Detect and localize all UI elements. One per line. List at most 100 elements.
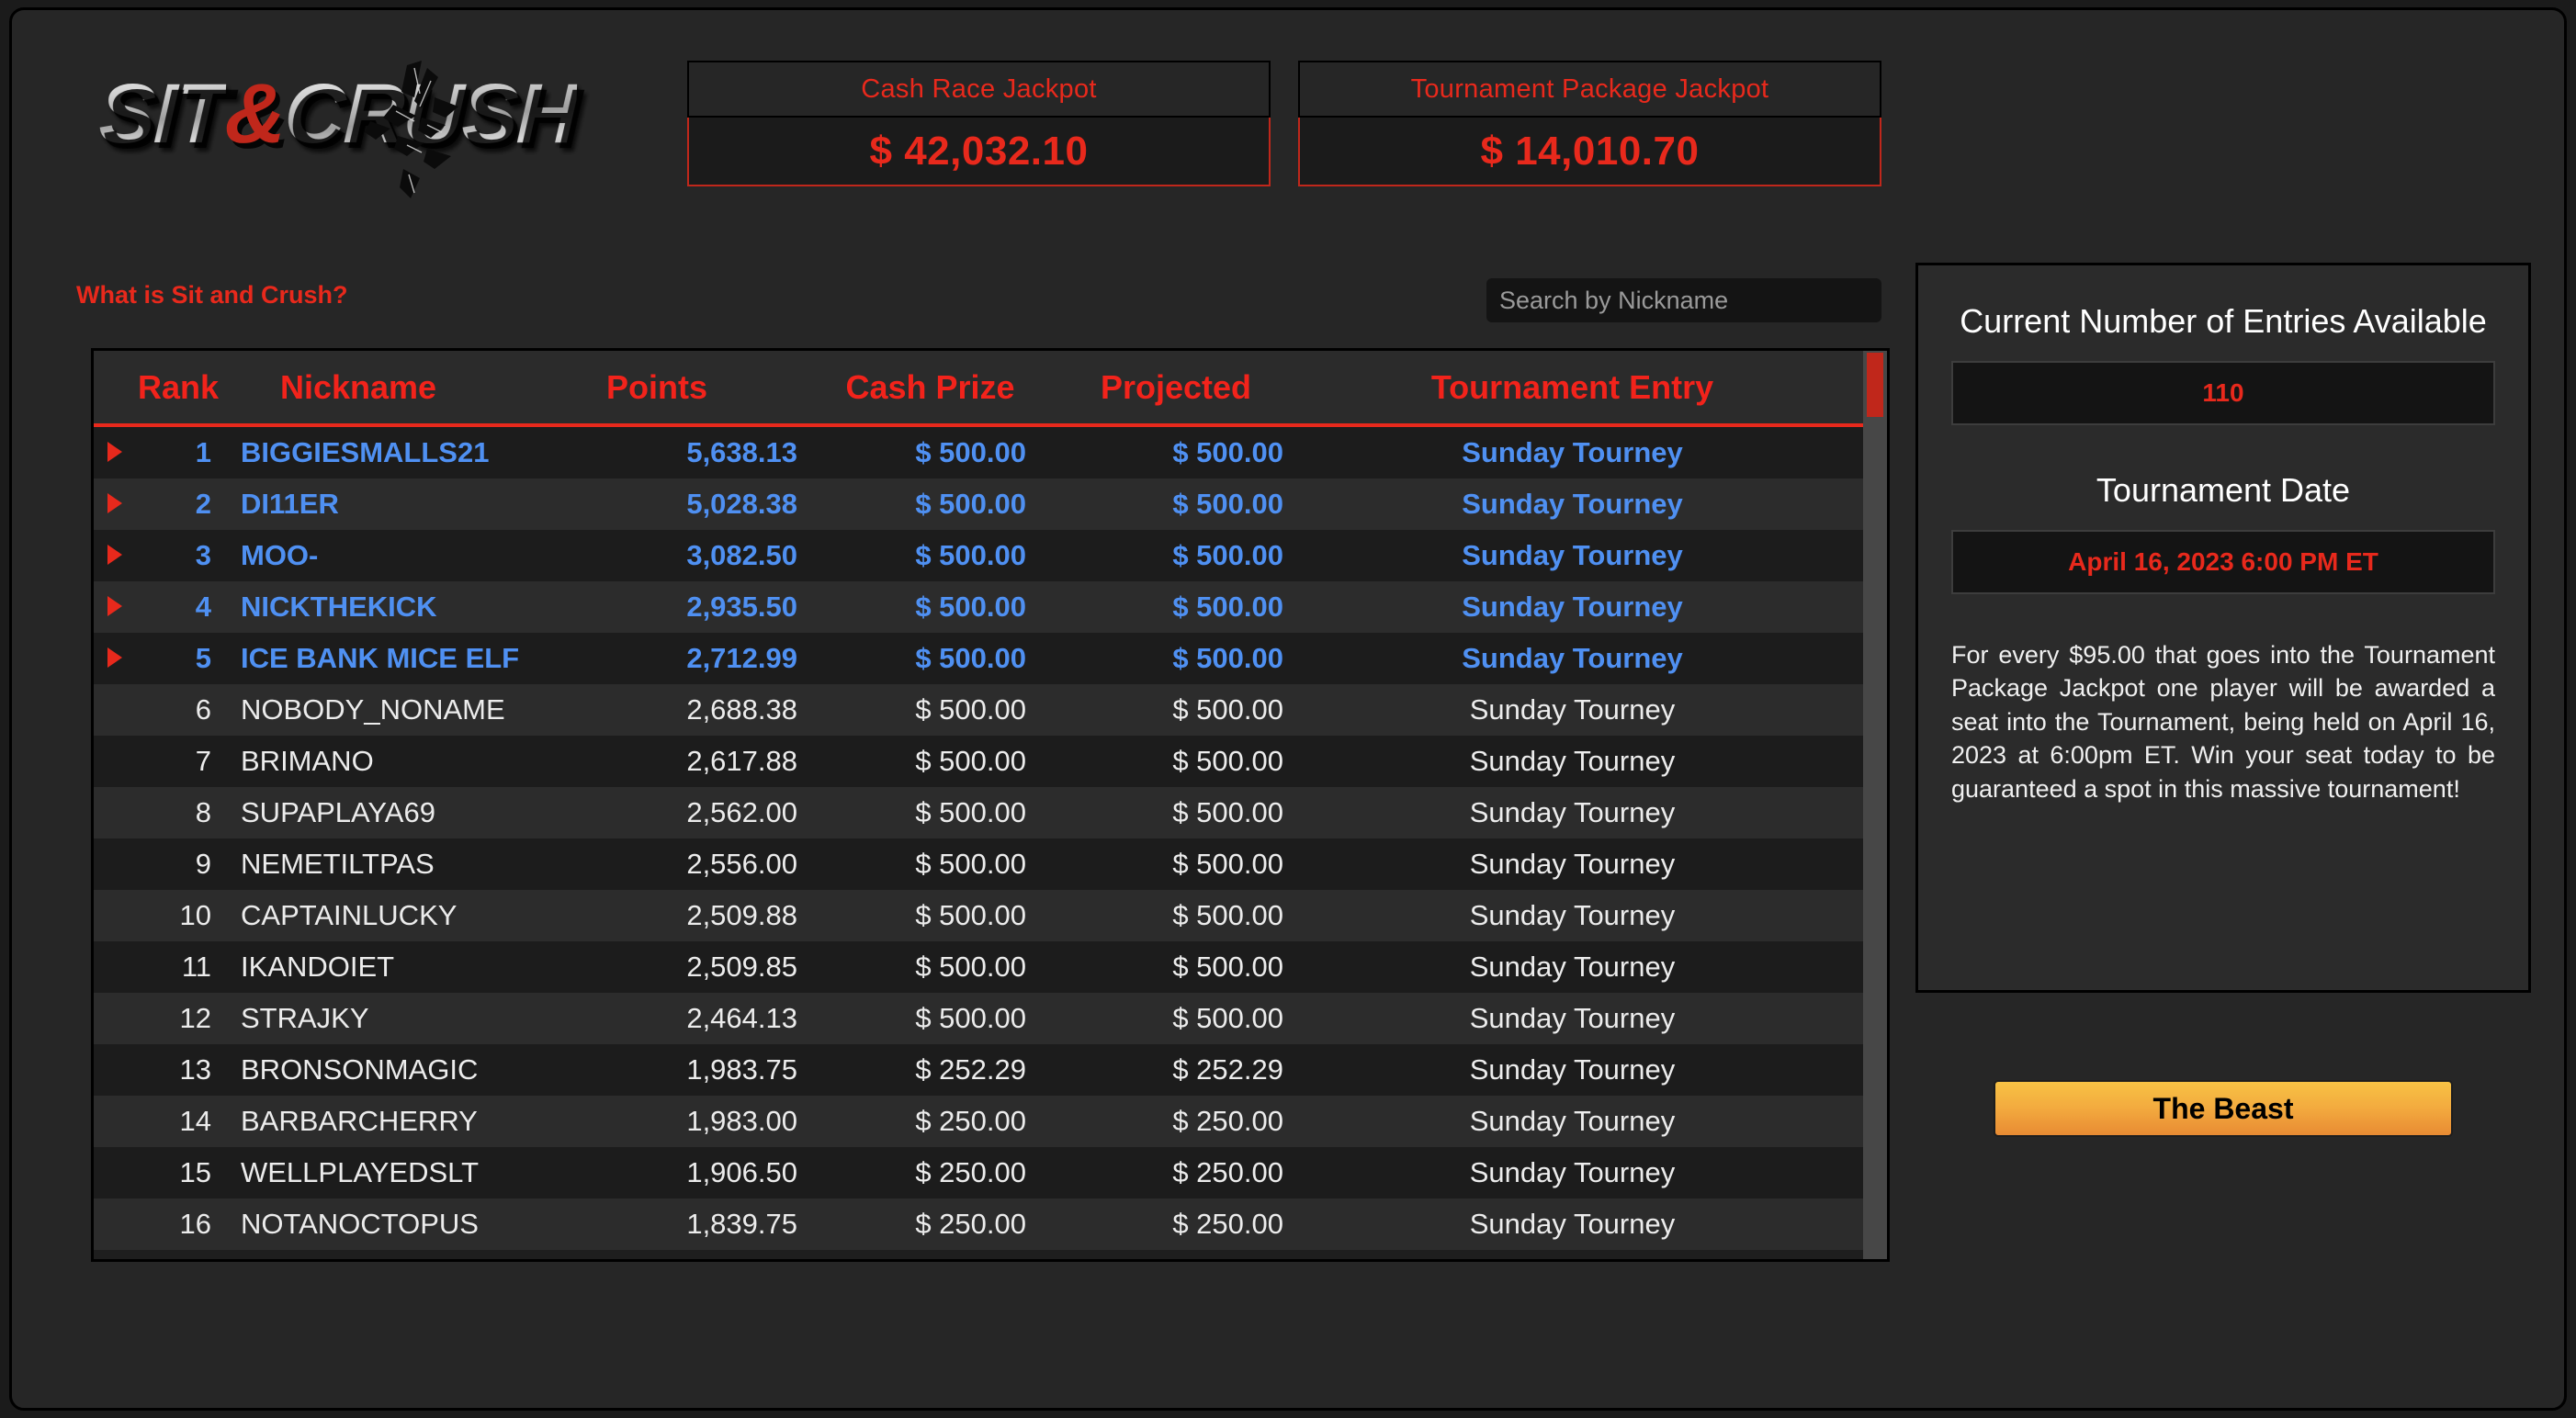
cell-points: 2,556.00 [686,848,797,880]
table-row[interactable]: 14 BARBARCHERRY 1,983.00 $ 250.00 $ 250.00 Su… [94,1096,1863,1147]
cell-tournament-entry: Sunday Tourney [1469,796,1676,828]
table-row[interactable]: 15 WELLPLAYEDSLT 1,906.50 $ 250.00 $ 250.00 S… [94,1147,1863,1199]
cell-projected: $ 500.00 [1172,951,1283,983]
cell-nickname: NOBODY_NONAME [241,693,505,726]
cell-points: 2,935.50 [686,591,797,623]
tournament-date-title: Tournament Date [2096,471,2351,509]
header-nickname[interactable]: Nickname [220,368,496,407]
cell-tournament-entry: Sunday Tourney [1469,1053,1676,1086]
cell-points: 2,509.85 [686,951,797,983]
table-row[interactable]: 13 BRONSONMAGIC 1,983.75 $ 252.29 $ 252.29 Su… [94,1044,1863,1096]
cell-nickname: STRAJKY [241,1002,369,1034]
cell-nickname: NEMETILTPAS [241,848,435,880]
the-beast-button[interactable]: The Beast [1994,1080,2453,1137]
cell-rank: 11 [181,951,211,983]
cell-tournament-entry: Sunday Tourney [1469,1156,1676,1188]
triangle-right-icon [107,493,122,513]
cell-tournament-entry: Sunday Tourney [1469,693,1676,726]
leaderboard-table-body: Rank Nickname Points Cash Prize Projecte… [94,351,1863,1259]
cell-rank: 13 [179,1053,211,1086]
row-arrow-icon [94,591,136,624]
cell-nickname: BIGGIESMALLS21 [241,436,490,468]
cell-cash-prize: $ 500.00 [915,796,1026,828]
cell-cash-prize: $ 500.00 [915,951,1026,983]
cell-rank: 6 [195,693,211,726]
table-row[interactable]: 11 IKANDOIET 2,509.85 $ 500.00 $ 500.00 Sunda… [94,941,1863,993]
cell-nickname: BRONSONMAGIC [241,1053,479,1086]
table-scrollbar-thumb[interactable] [1867,353,1883,417]
table-row[interactable]: 1 BIGGIESMALLS21 5,638.13 $ 500.00 $ 500.00 S… [94,427,1863,478]
cell-tournament-entry: Sunday Tourney [1462,591,1683,623]
table-row[interactable]: 5 ICE BANK MICE ELF 2,712.99 $ 500.00 $ 500.… [94,633,1863,684]
row-arrow-icon [94,488,136,521]
cell-nickname: NOTANOCTOPUS [241,1208,479,1240]
cell-nickname: ICE BANK MICE ELF [241,642,520,674]
header-projected[interactable]: Projected [1043,368,1309,407]
cell-projected: $ 500.00 [1172,642,1283,674]
cell-tournament-entry: Sunday Tourney [1469,848,1676,880]
cell-rank: 9 [195,848,211,880]
table-row[interactable]: 10 CAPTAINLUCKY 2,509.88 $ 500.00 $ 500.00 Su… [94,890,1863,941]
cell-rank: 14 [179,1105,211,1137]
cell-rank: 12 [179,1002,211,1034]
cell-points: 2,688.38 [686,693,797,726]
cash-race-jackpot-label: Cash Race Jackpot [687,61,1271,118]
tournament-info-panel: Current Number of Entries Available 110 … [1915,263,2531,993]
cell-cash-prize: $ 250.00 [915,1208,1026,1240]
cell-cash-prize: $ 250.00 [915,1105,1026,1137]
table-rows-container: 1 BIGGIESMALLS21 5,638.13 $ 500.00 $ 500.00 S… [94,427,1863,1250]
cell-nickname: SUPAPLAYA69 [241,796,435,828]
cell-rank: 7 [195,745,211,777]
cell-cash-prize: $ 500.00 [915,1002,1026,1034]
cell-points: 5,638.13 [686,436,797,468]
cell-points: 3,082.50 [686,539,797,571]
header-points[interactable]: Points [496,368,818,407]
table-row[interactable]: 6 NOBODY_NONAME 2,688.38 $ 500.00 $ 500.00 Su… [94,684,1863,736]
cell-cash-prize: $ 500.00 [915,642,1026,674]
header-cash-prize[interactable]: Cash Prize [818,368,1043,407]
cell-tournament-entry: Sunday Tourney [1469,1002,1676,1034]
app-root: SIT&CRUSH Cash Race Jackpot $ 42,032.10 … [9,7,2567,1411]
cell-rank: 4 [195,591,211,623]
cell-tournament-entry: Sunday Tourney [1469,951,1676,983]
cell-cash-prize: $ 500.00 [915,899,1026,931]
table-row[interactable]: 4 NICKTHEKICK 2,935.50 $ 500.00 $ 500.00 Sund… [94,581,1863,633]
cell-rank: 2 [195,488,211,520]
cell-projected: $ 500.00 [1172,796,1283,828]
table-row[interactable]: 2 DI11ER 5,028.38 $ 500.00 $ 500.00 Sunday To… [94,478,1863,530]
cell-projected: $ 500.00 [1172,591,1283,623]
table-row[interactable]: 7 BRIMANO 2,617.88 $ 500.00 $ 500.00 Sunday T… [94,736,1863,787]
search-input[interactable] [1486,278,1881,322]
table-row[interactable]: 12 STRAJKY 2,464.13 $ 500.00 $ 500.00 Sunday … [94,993,1863,1044]
cell-cash-prize: $ 500.00 [915,591,1026,623]
table-scrollbar[interactable] [1863,351,1887,1259]
cell-points: 1,983.75 [686,1053,797,1086]
cell-tournament-entry: Sunday Tourney [1469,899,1676,931]
cell-projected: $ 250.00 [1172,1208,1283,1240]
what-is-sit-and-crush-link[interactable]: What is Sit and Crush? [76,281,348,309]
cell-tournament-entry: Sunday Tourney [1469,1208,1676,1240]
tournament-package-jackpot-panel: Tournament Package Jackpot $ 14,010.70 [1298,61,1881,186]
cell-cash-prize: $ 500.00 [915,848,1026,880]
cell-cash-prize: $ 500.00 [915,745,1026,777]
cell-points: 1,906.50 [686,1156,797,1188]
cell-cash-prize: $ 250.00 [915,1156,1026,1188]
logo-text-crush: CRUSH [282,66,578,161]
cell-rank: 1 [195,436,211,468]
table-row[interactable]: 16 NOTANOCTOPUS 1,839.75 $ 250.00 $ 250.00 Su… [94,1199,1863,1250]
row-arrow-icon [94,539,136,572]
cell-nickname: MOO- [241,539,319,571]
table-row[interactable]: 9 NEMETILTPAS 2,556.00 $ 500.00 $ 500.00 Sund… [94,838,1863,890]
cell-cash-prize: $ 500.00 [915,488,1026,520]
header-rank[interactable]: Rank [136,368,220,407]
page-header: SIT&CRUSH Cash Race Jackpot $ 42,032.10 … [12,10,2564,221]
cell-points: 2,712.99 [686,642,797,674]
cell-nickname: DI11ER [241,488,339,520]
cell-rank: 3 [195,539,211,571]
table-row[interactable]: 3 MOO- 3,082.50 $ 500.00 $ 500.00 Sunday Tour… [94,530,1863,581]
triangle-right-icon [107,647,122,668]
logo-text-sit: SIT [97,66,227,161]
header-tournament-entry[interactable]: Tournament Entry [1309,368,1863,407]
table-row[interactable]: 8 SUPAPLAYA69 2,562.00 $ 500.00 $ 500.00 Sund… [94,787,1863,838]
cell-tournament-entry: Sunday Tourney [1462,436,1683,468]
